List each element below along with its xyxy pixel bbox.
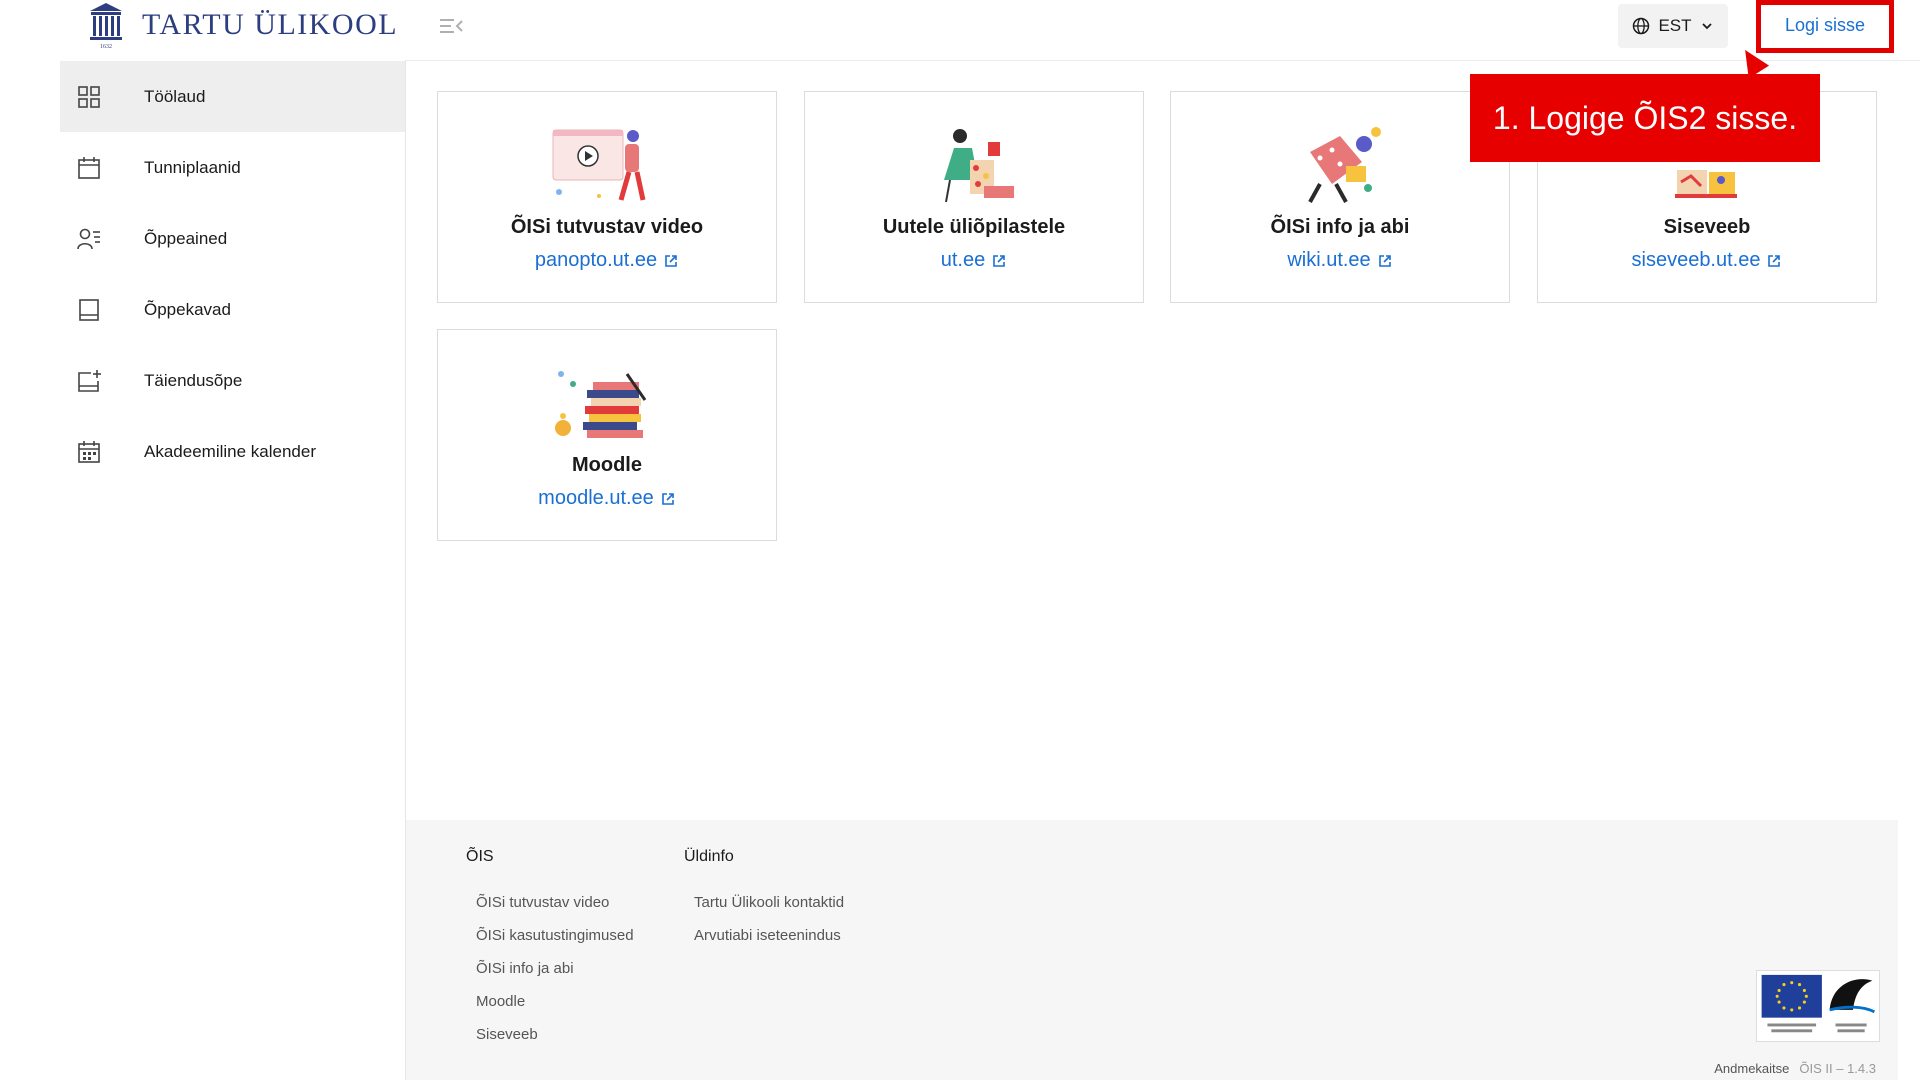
sidebar-item-akadeemiline-kalender[interactable]: Akadeemiline kalender <box>60 416 405 487</box>
footer-link[interactable]: ÕISi tutvustav video <box>466 886 634 919</box>
card-title: ÕISi info ja abi <box>1270 216 1410 238</box>
sidebar-item-label: Töölaud <box>144 86 206 106</box>
external-link-icon <box>662 492 674 505</box>
footer: ÕIS ÕISi tutvustav video ÕISi kasutustin… <box>406 820 1898 1080</box>
card-link[interactable]: ut.ee <box>941 249 1007 272</box>
card-link[interactable]: moodle.ut.ee <box>538 487 676 510</box>
card-title: Siseveeb <box>1663 216 1751 238</box>
external-link-icon <box>665 254 677 267</box>
footer-bottom: Andmekaitse ÕIS II – 1.4.3 <box>1714 1061 1876 1076</box>
card-link-text: siseveeb.ut.ee <box>1631 249 1761 271</box>
grid-icon <box>78 85 100 108</box>
language-label: EST <box>1658 16 1692 35</box>
external-link-icon <box>993 254 1006 267</box>
footer-link[interactable]: Tartu Ülikooli kontaktid <box>684 886 844 919</box>
footer-link[interactable]: ÕISi kasutustingimused <box>466 919 634 952</box>
external-link-icon <box>1378 254 1391 267</box>
globe-icon <box>1633 17 1650 35</box>
card-title: ÕISi tutvustav video <box>510 216 704 238</box>
card-link-text: moodle.ut.ee <box>538 487 654 509</box>
sidebar-item-label: Akadeemiline kalender <box>144 441 316 461</box>
card-moodle[interactable]: Moodle moodle.ut.ee <box>437 329 777 541</box>
calendar-grid-icon <box>78 440 100 463</box>
card-link-text: wiki.ut.ee <box>1287 249 1371 271</box>
card-link-text: ut.ee <box>940 249 986 271</box>
card-title: Moodle <box>572 454 642 476</box>
sidebar: Töölaud Tunniplaanid Õppeained Õppekavad <box>60 61 405 487</box>
book-icon <box>79 298 99 321</box>
language-selector[interactable]: EST <box>1618 4 1728 48</box>
footer-column-ois: ÕIS ÕISi tutvustav video ÕISi kasutustin… <box>466 848 634 1051</box>
sidebar-item-taiendusope[interactable]: Täiendusõpe <box>60 345 405 416</box>
sidebar-item-toolaud[interactable]: Töölaud <box>60 61 405 132</box>
footer-link[interactable]: Moodle <box>466 985 634 1018</box>
sidebar-item-tunniplaanid[interactable]: Tunniplaanid <box>60 132 405 203</box>
privacy-link[interactable]: Andmekaitse <box>1714 1061 1789 1076</box>
sidebar-item-label: Tunniplaanid <box>144 157 241 177</box>
external-link-icon <box>1768 254 1781 267</box>
info-help-illustration <box>1308 127 1381 203</box>
card-info-help[interactable]: ÕISi info ja abi wiki.ut.ee <box>1170 91 1510 303</box>
card-link-text: panopto.ut.ee <box>534 249 658 271</box>
sidebar-item-label: Õppekavad <box>144 299 231 319</box>
card-new-students[interactable]: Uutele üliõpilastele ut.ee <box>804 91 1144 303</box>
card-title: Uutele üliõpilastele <box>882 216 1066 238</box>
footer-column-uldinfo: Üldinfo Tartu Ülikooli kontaktid Arvutia… <box>684 848 844 952</box>
card-video[interactable]: ÕISi tutvustav video panopto.ut.ee <box>437 91 777 303</box>
books-illustration <box>555 371 647 438</box>
header-divider <box>405 60 1920 61</box>
version-label: ÕIS II – 1.4.3 <box>1799 1061 1876 1076</box>
footer-heading: Üldinfo <box>684 848 734 865</box>
card-link[interactable]: wiki.ut.ee <box>1287 249 1392 272</box>
instruction-callout: 1. Logige ÕIS2 sisse. <box>1470 74 1820 162</box>
calendar-plus-icon <box>78 369 101 392</box>
video-illustration <box>552 129 646 201</box>
students-illustration <box>944 129 1014 203</box>
calendar-icon <box>78 156 100 179</box>
sidebar-item-oppeained[interactable]: Õppeained <box>60 203 405 274</box>
chevron-down-icon <box>1701 23 1712 30</box>
footer-link[interactable]: Arvutiabi iseteenindus <box>684 919 844 952</box>
footer-heading: ÕIS <box>466 848 494 865</box>
collapse-sidebar-icon[interactable] <box>438 16 464 36</box>
building-columns-icon: 1632 <box>90 3 122 49</box>
eu-funding-logo <box>1756 970 1880 1042</box>
university-logo[interactable]: 1632 TARTU ÜLIKOOL <box>88 0 398 50</box>
login-highlight-box <box>1756 0 1894 53</box>
footer-link[interactable]: ÕISi info ja abi <box>466 952 634 985</box>
card-link[interactable]: siseveeb.ut.ee <box>1632 249 1783 272</box>
sidebar-item-label: Õppeained <box>144 228 228 248</box>
sidebar-item-oppekavad[interactable]: Õppekavad <box>60 274 405 345</box>
card-link[interactable]: panopto.ut.ee <box>535 249 679 272</box>
logo-text: TARTU ÜLIKOOL <box>142 8 399 41</box>
sidebar-item-label: Täiendusõpe <box>144 370 243 390</box>
logo-year: 1632 <box>100 44 112 49</box>
footer-link[interactable]: Siseveeb <box>466 1018 634 1051</box>
person-list-icon <box>77 228 100 249</box>
